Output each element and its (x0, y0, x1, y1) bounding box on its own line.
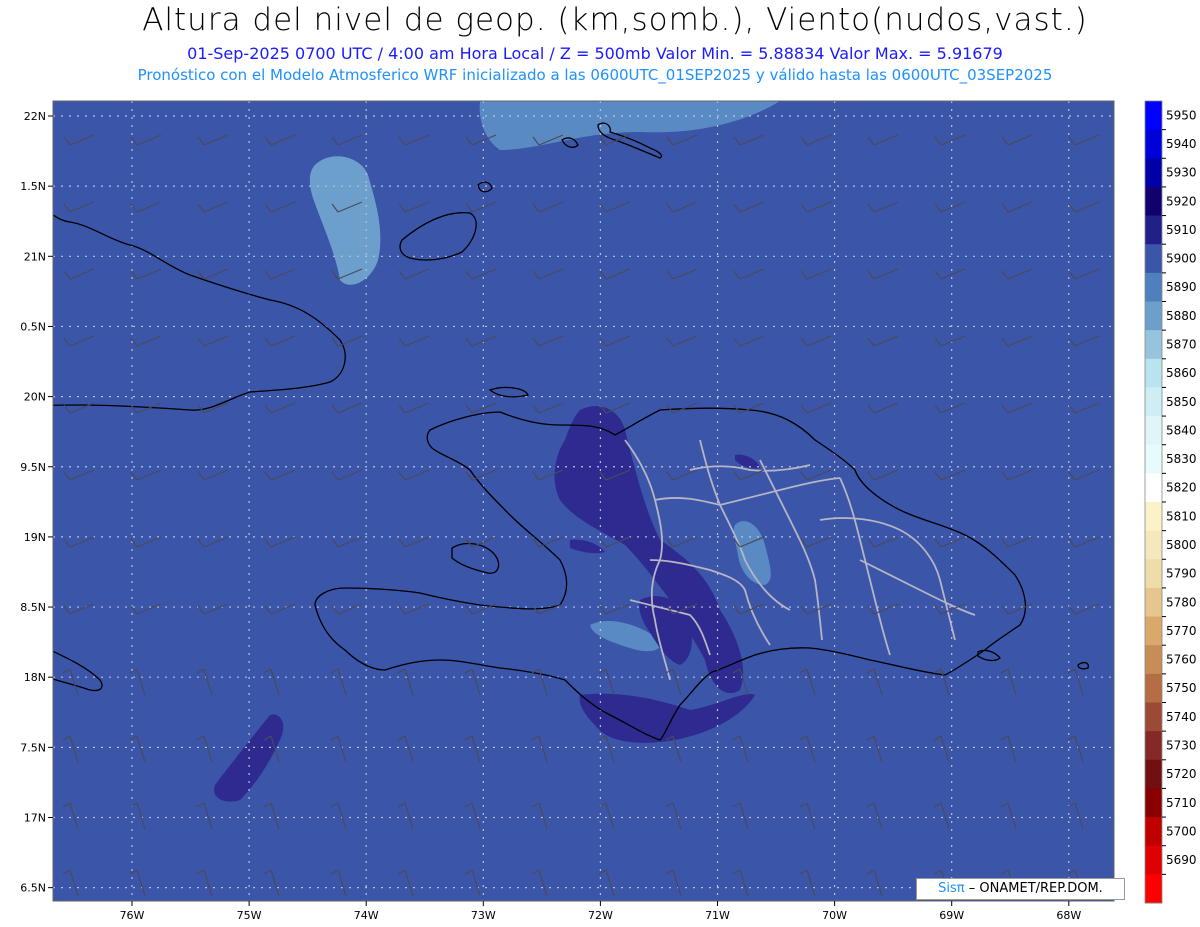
colorbar-label: 5800 (1166, 538, 1197, 552)
colorbar-swatch (1145, 530, 1162, 560)
lat-tick-label: 1.5N (20, 180, 46, 193)
colorbar-label: 5700 (1166, 824, 1197, 838)
colorbar-swatch (1145, 645, 1162, 675)
lat-tick-label: 17N (24, 812, 46, 825)
colorbar-swatch (1145, 702, 1162, 732)
colorbar-swatch (1145, 158, 1162, 188)
lon-tick-label: 75W (237, 909, 262, 922)
lat-tick-label: 7.5N (20, 741, 46, 754)
lat-tick-label: 18N (24, 671, 46, 684)
colorbar-label: 5950 (1166, 108, 1197, 122)
colorbar-swatch (1145, 330, 1162, 360)
colorbar-swatch (1145, 387, 1162, 417)
colorbar-swatch (1145, 616, 1162, 646)
colorbar-swatch (1145, 244, 1162, 274)
colorbar-swatch (1145, 559, 1162, 589)
colorbar-label: 5720 (1166, 767, 1197, 781)
lat-tick-label: 20N (24, 391, 46, 404)
colorbar-label: 5820 (1166, 481, 1197, 495)
colorbar-label: 5860 (1166, 366, 1197, 380)
colorbar-swatch (1145, 673, 1162, 703)
colorbar-label: 5750 (1166, 681, 1197, 695)
colorbar-swatch (1145, 731, 1162, 761)
lon-tick-label: 73W (471, 909, 496, 922)
map-canvas: 22N 1.5N 21N 0.5N 20N 9.5N 19N 8.5N 18N 7.5N 17N 6.… (20, 100, 1197, 922)
lat-tick-label: 21N (24, 250, 46, 263)
credit-org: – ONAMET/REP.DOM. (968, 881, 1103, 896)
colorbar-swatch (1145, 444, 1162, 474)
lon-tick-label: 69W (939, 909, 964, 922)
colorbar-label: 5870 (1166, 337, 1197, 351)
colorbar-swatch (1145, 759, 1162, 789)
lon-tick-label: 68W (1056, 909, 1081, 922)
lon-tick-label: 72W (588, 909, 613, 922)
lat-tick-label: 22N (24, 110, 46, 123)
colorbar-swatch (1145, 186, 1162, 217)
credit-sis: Sisπ (938, 881, 965, 896)
colorbar-swatch (1145, 416, 1162, 446)
credit-label: Sisπ – ONAMET/REP.DOM. (916, 878, 1125, 900)
colorbar-label: 5790 (1166, 567, 1197, 581)
colorbar-label: 5740 (1166, 710, 1197, 724)
colorbar-swatch (1145, 101, 1162, 131)
colorbar-label: 5900 (1166, 252, 1197, 266)
colorbar-label: 5920 (1166, 194, 1197, 208)
lon-tick-label: 76W (120, 909, 145, 922)
colorbar-swatch (1145, 587, 1162, 618)
colorbar-label: 5690 (1166, 853, 1197, 867)
colorbar-label: 5930 (1166, 166, 1197, 180)
colorbar-swatch (1145, 502, 1162, 532)
colorbar-swatch (1145, 845, 1162, 875)
lon-tick-label: 74W (354, 909, 379, 922)
lon-tick-label: 70W (822, 909, 847, 922)
colorbar-label: 5880 (1166, 309, 1197, 323)
colorbar-swatch (1145, 272, 1162, 302)
lat-tick-label: 0.5N (20, 320, 46, 333)
colorbar-swatch (1145, 129, 1162, 159)
colorbar-label: 5890 (1166, 280, 1197, 294)
colorbar-label: 5730 (1166, 738, 1197, 752)
colorbar-label: 5850 (1166, 395, 1197, 409)
colorbar-label: 5770 (1166, 624, 1197, 638)
colorbar-swatch (1145, 874, 1162, 904)
lat-tick-label: 8.5N (20, 601, 46, 614)
colorbar-label: 5810 (1166, 509, 1197, 523)
colorbar-label: 5710 (1166, 796, 1197, 810)
colorbar-label: 5780 (1166, 595, 1197, 609)
colorbar-label: 5840 (1166, 423, 1197, 437)
colorbar-label: 5830 (1166, 452, 1197, 466)
colorbar-label: 5940 (1166, 137, 1197, 151)
colorbar-label: 5760 (1166, 653, 1197, 667)
lat-tick-label: 19N (24, 531, 46, 544)
colorbar-swatch (1145, 358, 1162, 388)
colorbar-swatch (1145, 788, 1162, 818)
lon-tick-label: 71W (705, 909, 730, 922)
colorbar-label: 5910 (1166, 223, 1197, 237)
colorbar-swatch (1145, 473, 1162, 503)
lat-tick-label: 6.5N (20, 882, 46, 895)
colorbar-swatch (1145, 817, 1162, 847)
colorbar-swatch (1145, 215, 1162, 245)
lat-tick-label: 9.5N (20, 461, 46, 474)
colorbar-swatch (1145, 301, 1162, 331)
